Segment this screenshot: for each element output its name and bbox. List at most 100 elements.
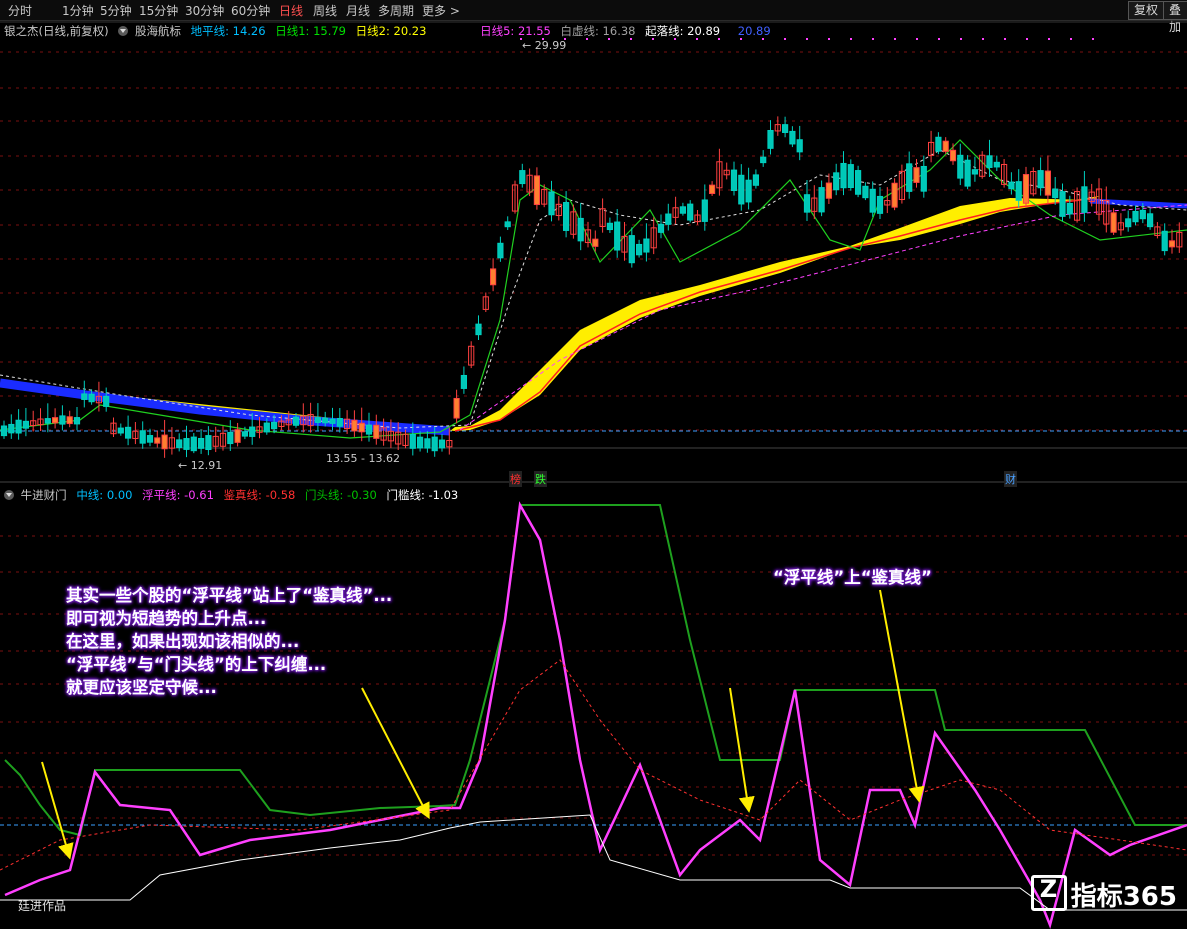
oscillator-lines bbox=[0, 501, 1187, 929]
candle-body bbox=[942, 140, 949, 152]
note-line: 就更应该坚定守候... bbox=[66, 678, 217, 697]
candle-body bbox=[409, 433, 416, 449]
candle-body bbox=[687, 203, 694, 221]
top-marker bbox=[960, 38, 962, 40]
candle-body bbox=[818, 187, 825, 213]
candle-body bbox=[1008, 181, 1015, 190]
watermark-logo: 指标365 bbox=[1030, 875, 1177, 913]
top-marker bbox=[872, 38, 874, 40]
candle-body bbox=[563, 202, 570, 231]
candle-body bbox=[1147, 213, 1154, 228]
top-marker bbox=[938, 38, 940, 40]
candle-body bbox=[490, 268, 497, 286]
candle-body bbox=[504, 221, 511, 228]
candle-body bbox=[453, 397, 460, 419]
candle-body bbox=[782, 124, 789, 133]
candle-body bbox=[146, 435, 154, 443]
yellow-arrow bbox=[879, 589, 925, 803]
candle-body bbox=[906, 163, 913, 192]
candle-body bbox=[161, 434, 168, 450]
candle-body bbox=[73, 417, 81, 425]
candle-body bbox=[949, 149, 957, 162]
candle-body bbox=[891, 182, 898, 208]
top-marker bbox=[1026, 38, 1028, 40]
candle-body bbox=[44, 418, 51, 424]
candle-body bbox=[993, 161, 1000, 168]
candle-body bbox=[322, 417, 329, 424]
candle-body bbox=[796, 139, 803, 153]
top-marker bbox=[652, 38, 654, 40]
top-marker bbox=[1048, 38, 1050, 40]
yellow-arrow bbox=[361, 687, 430, 820]
candle-body bbox=[1015, 181, 1022, 201]
candle-body bbox=[183, 438, 190, 450]
candle-body bbox=[957, 154, 964, 179]
candle-body bbox=[577, 217, 584, 242]
marker-die[interactable]: 跌 bbox=[534, 471, 547, 487]
top-marker bbox=[762, 38, 764, 40]
candle-body bbox=[833, 172, 840, 191]
candle-body bbox=[329, 418, 336, 424]
candle-body bbox=[417, 436, 424, 449]
marker-cai[interactable]: 财 bbox=[1004, 471, 1017, 487]
top-marker bbox=[630, 38, 632, 40]
marker-bang[interactable]: 榜 bbox=[509, 471, 522, 487]
candle-body bbox=[1139, 209, 1146, 220]
candle-body bbox=[986, 155, 993, 168]
candle-body bbox=[139, 430, 146, 444]
top-marker bbox=[674, 38, 676, 40]
top-marker bbox=[806, 38, 808, 40]
candle-body bbox=[1125, 218, 1132, 228]
annotation-note-right: “浮平线”上“鉴真线” bbox=[773, 568, 932, 587]
candle-body bbox=[314, 417, 321, 423]
low-price-label-1: ← 12.91 bbox=[178, 459, 223, 472]
candle-body bbox=[701, 199, 708, 222]
candle-body bbox=[519, 170, 526, 185]
yellow-band bbox=[0, 196, 1100, 431]
candle-body bbox=[643, 238, 650, 253]
candle-body bbox=[606, 222, 613, 231]
blue-band bbox=[1089, 198, 1187, 209]
top-marker bbox=[608, 38, 610, 40]
candle-body bbox=[59, 415, 66, 425]
candle-body bbox=[15, 419, 22, 434]
candle-body bbox=[548, 191, 555, 216]
top-marker bbox=[850, 38, 852, 40]
white-dashed-line bbox=[0, 149, 1187, 429]
candle-body bbox=[592, 238, 599, 247]
candle-body bbox=[190, 436, 197, 452]
candle-body bbox=[249, 426, 256, 437]
candle-body bbox=[730, 169, 738, 191]
candle-body bbox=[198, 437, 205, 449]
candle-body bbox=[628, 235, 635, 264]
candle-body bbox=[913, 167, 920, 183]
candle-body bbox=[52, 417, 59, 424]
candle-body bbox=[336, 417, 343, 427]
candle-body bbox=[22, 420, 29, 429]
candle-body bbox=[475, 323, 482, 336]
candle-body bbox=[1161, 230, 1168, 252]
candle-body bbox=[1052, 188, 1059, 199]
top-marker bbox=[740, 38, 742, 40]
candle-body bbox=[8, 423, 15, 434]
candle-body bbox=[709, 184, 716, 194]
top-marker bbox=[982, 38, 984, 40]
candle-body bbox=[862, 185, 869, 199]
fupingxian-line bbox=[4, 501, 1187, 929]
yellow-arrow bbox=[41, 761, 74, 860]
candle-body bbox=[0, 425, 8, 437]
candle-body bbox=[1081, 186, 1088, 213]
candle-body bbox=[241, 431, 249, 437]
candle-body bbox=[1110, 212, 1117, 233]
candle-body bbox=[438, 439, 446, 449]
candle-body bbox=[840, 162, 847, 189]
candle-body bbox=[665, 213, 672, 225]
candle-body bbox=[103, 395, 110, 407]
top-marker bbox=[894, 38, 896, 40]
candle-body bbox=[424, 438, 431, 449]
candle-body bbox=[971, 169, 978, 175]
candle-body bbox=[460, 374, 467, 389]
candle-body bbox=[679, 206, 686, 214]
candle-body bbox=[869, 188, 876, 213]
top-marker bbox=[1070, 38, 1072, 40]
